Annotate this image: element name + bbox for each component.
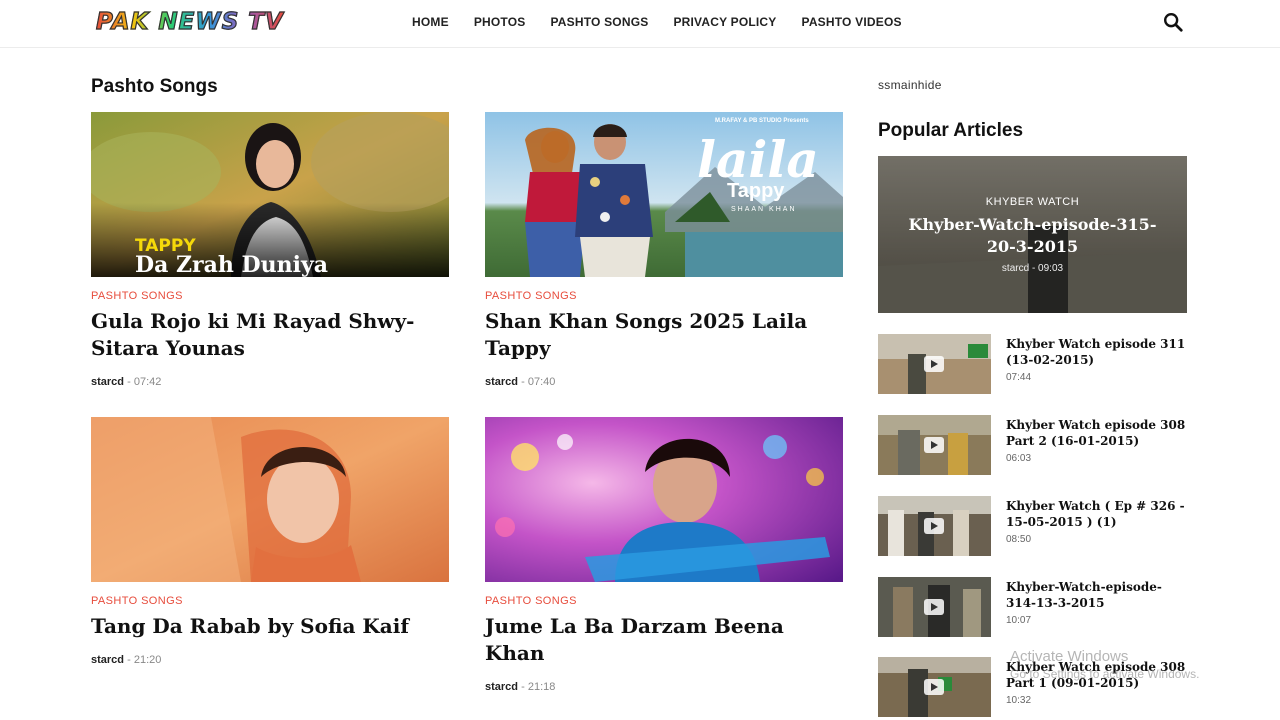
sidebar-article-text: Khyber Watch episode 311 (13-02-2015) 07… bbox=[1006, 336, 1191, 383]
sidebar-article-time: 10:32 bbox=[1006, 695, 1032, 706]
site-logo-text[interactable]: PAK NEWS TV bbox=[95, 8, 284, 35]
meta-separator: - bbox=[127, 654, 134, 666]
site-header: PAK NEWS TV HOME PHOTOS PASHTO SONGS PRI… bbox=[0, 0, 1280, 48]
os-activation-watermark-hint: Go to Settings to activate Windows. bbox=[1010, 667, 1200, 681]
post-category-link[interactable]: PASHTO SONGS bbox=[485, 595, 843, 607]
sidebar-note: ssmainhide bbox=[878, 78, 942, 92]
site-logo[interactable]: PAK NEWS TV bbox=[95, 8, 284, 36]
post-meta: starcd - 21:20 bbox=[91, 654, 449, 666]
meta-separator: - bbox=[127, 376, 134, 388]
os-activation-watermark: Activate Windows bbox=[1010, 648, 1129, 665]
post-author[interactable]: starcd bbox=[91, 654, 124, 666]
post-time: 21:20 bbox=[133, 654, 162, 666]
post-meta: starcd - 07:42 bbox=[91, 376, 449, 388]
sidebar-article-time: 06:03 bbox=[1006, 453, 1032, 464]
featured-category[interactable]: KHYBER WATCH bbox=[986, 196, 1079, 208]
featured-time: 09:03 bbox=[1038, 262, 1064, 274]
sidebar-article: Khyber Watch ( Ep # 326 - 15-05-2015 ) (… bbox=[878, 496, 1187, 558]
thumb-caption-small: M.RAFAY & PB STUDIO Presents bbox=[715, 118, 809, 124]
play-icon bbox=[924, 599, 944, 615]
sidebar-article-thumbnail[interactable] bbox=[878, 496, 991, 556]
play-icon bbox=[924, 437, 944, 453]
post-time: 07:40 bbox=[527, 376, 556, 388]
post-thumbnail-image bbox=[91, 417, 449, 582]
nav-item-home[interactable]: HOME bbox=[412, 15, 449, 29]
sidebar-title: Popular Articles bbox=[878, 120, 1024, 141]
nav-item-pashto-videos[interactable]: PASHTO VIDEOS bbox=[802, 15, 902, 29]
post-author[interactable]: starcd bbox=[91, 376, 124, 388]
featured-title[interactable]: Khyber-Watch-episode-315-20-3-2015 bbox=[878, 214, 1187, 258]
post-card: M.RAFAY & PB STUDIO Presents laila Tappy… bbox=[485, 112, 843, 388]
sidebar-article-title[interactable]: Khyber Watch ( Ep # 326 - 15-05-2015 ) (… bbox=[1006, 498, 1191, 530]
post-title[interactable]: Gula Rojo ki Mi Rayad Shwy-Sitara Younas bbox=[91, 308, 449, 362]
thumb-caption-name: SHAAN KHAN bbox=[731, 206, 797, 213]
search-icon[interactable] bbox=[1162, 11, 1184, 33]
sidebar-article-text: Khyber-Watch-episode-314-13-3-2015 10:07 bbox=[1006, 579, 1191, 626]
thumb-caption-sub: Tappy bbox=[727, 180, 785, 202]
post-thumbnail[interactable]: M.RAFAY & PB STUDIO Presents laila Tappy… bbox=[485, 112, 843, 277]
featured-article-overlay: KHYBER WATCH Khyber-Watch-episode-315-20… bbox=[878, 156, 1187, 313]
sidebar-article: Khyber Watch episode 308 Part 2 (16-01-2… bbox=[878, 415, 1187, 477]
featured-author[interactable]: starcd bbox=[1002, 263, 1029, 274]
post-thumbnail[interactable] bbox=[91, 417, 449, 582]
meta-separator: - bbox=[521, 681, 528, 693]
thumb-caption-big: Da Zrah Duniya bbox=[135, 252, 328, 277]
post-category-link[interactable]: PASHTO SONGS bbox=[485, 290, 843, 302]
post-category-link[interactable]: PASHTO SONGS bbox=[91, 595, 449, 607]
sidebar-article-title[interactable]: Khyber Watch episode 311 (13-02-2015) bbox=[1006, 336, 1191, 368]
featured-meta: starcd - 09:03 bbox=[1002, 263, 1063, 274]
nav-item-privacy-policy[interactable]: PRIVACY POLICY bbox=[673, 15, 776, 29]
sidebar-article-title[interactable]: Khyber-Watch-episode-314-13-3-2015 bbox=[1006, 579, 1191, 611]
post-title[interactable]: Tang Da Rabab by Sofia Kaif bbox=[91, 613, 449, 640]
post-card: PASHTO SONGS Jume La Ba Darzam Beena Kha… bbox=[485, 417, 843, 693]
sidebar-article: Khyber-Watch-episode-314-13-3-2015 10:07 bbox=[878, 577, 1187, 639]
sidebar-article-thumbnail[interactable] bbox=[878, 415, 991, 475]
featured-article[interactable]: KHYBER WATCH Khyber-Watch-episode-315-20… bbox=[878, 156, 1187, 313]
post-time: 07:42 bbox=[133, 376, 162, 388]
nav-item-photos[interactable]: PHOTOS bbox=[474, 15, 526, 29]
post-thumbnail[interactable]: TAPPY Da Zrah Duniya bbox=[91, 112, 449, 277]
post-thumbnail-image: TAPPY Da Zrah Duniya bbox=[91, 112, 449, 277]
sidebar-article: Khyber Watch episode 311 (13-02-2015) 07… bbox=[878, 334, 1187, 396]
play-icon bbox=[924, 356, 944, 372]
section-title: Pashto Songs bbox=[91, 76, 218, 97]
play-icon bbox=[924, 679, 944, 695]
post-title[interactable]: Shan Khan Songs 2025 Laila Tappy bbox=[485, 308, 843, 362]
sidebar-article-title[interactable]: Khyber Watch episode 308 Part 2 (16-01-2… bbox=[1006, 417, 1191, 449]
post-category-link[interactable]: PASHTO SONGS bbox=[91, 290, 449, 302]
sidebar-article-time: 07:44 bbox=[1006, 372, 1032, 383]
post-thumbnail-image: M.RAFAY & PB STUDIO Presents laila Tappy… bbox=[485, 112, 843, 277]
sidebar-article-text: Khyber Watch ( Ep # 326 - 15-05-2015 ) (… bbox=[1006, 498, 1191, 545]
sidebar-article-time: 10:07 bbox=[1006, 615, 1032, 626]
sidebar-article-thumbnail[interactable] bbox=[878, 334, 991, 394]
post-meta: starcd - 07:40 bbox=[485, 376, 843, 388]
sidebar-article-thumbnail[interactable] bbox=[878, 657, 991, 717]
post-title[interactable]: Jume La Ba Darzam Beena Khan bbox=[485, 613, 843, 667]
post-thumbnail[interactable] bbox=[485, 417, 843, 582]
post-meta: starcd - 21:18 bbox=[485, 681, 843, 693]
play-icon bbox=[924, 518, 944, 534]
post-thumbnail-image bbox=[485, 417, 843, 582]
main-nav: HOME PHOTOS PASHTO SONGS PRIVACY POLICY … bbox=[412, 15, 927, 29]
post-card: PASHTO SONGS Tang Da Rabab by Sofia Kaif… bbox=[91, 417, 449, 666]
meta-separator: - bbox=[521, 376, 528, 388]
nav-item-pashto-songs[interactable]: PASHTO SONGS bbox=[550, 15, 648, 29]
sidebar-article-text: Khyber Watch episode 308 Part 2 (16-01-2… bbox=[1006, 417, 1191, 464]
post-card: TAPPY Da Zrah Duniya PASHTO SONGS Gula R… bbox=[91, 112, 449, 388]
sidebar-article-thumbnail[interactable] bbox=[878, 577, 991, 637]
post-author[interactable]: starcd bbox=[485, 681, 518, 693]
sidebar-article-time: 08:50 bbox=[1006, 534, 1032, 545]
post-author[interactable]: starcd bbox=[485, 376, 518, 388]
post-time: 21:18 bbox=[527, 681, 556, 693]
